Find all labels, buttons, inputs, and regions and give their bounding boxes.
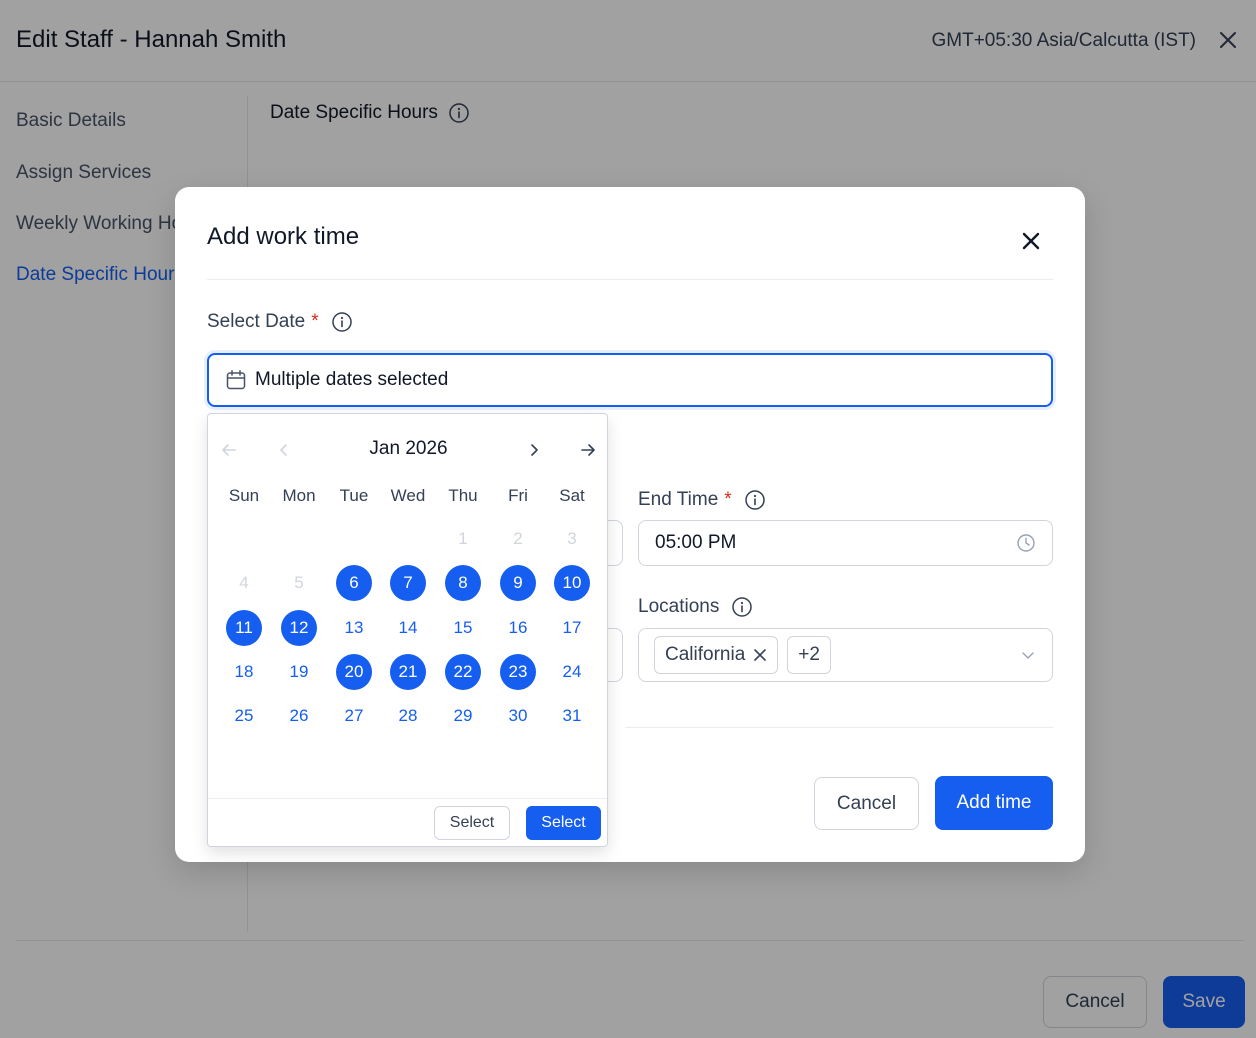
calendar-footer-divider [208, 798, 607, 799]
weekday-header: Fri [508, 486, 528, 505]
more-locations-tag[interactable]: +2 [787, 636, 831, 674]
weekday-header: Mon [282, 486, 316, 505]
end-time-value: 05:00 PM [655, 532, 737, 553]
info-icon[interactable] [744, 489, 766, 511]
modal-footer-divider [625, 727, 1053, 728]
weekday-header: Sat [559, 486, 585, 505]
modal-divider [207, 279, 1053, 280]
end-time-input[interactable]: 05:00 PM [638, 520, 1053, 566]
calendar-day[interactable]: 19 [281, 654, 317, 690]
calendar-day: 4 [239, 573, 249, 592]
chevron-down-icon [1022, 652, 1034, 659]
location-tag: California [654, 636, 779, 674]
date-picker-value: Multiple dates selected [255, 369, 449, 390]
calendar-month-label[interactable]: Jan 2026 [208, 438, 609, 460]
select-date-label: Select Date * [207, 311, 353, 333]
select-date-label-text: Select Date [207, 311, 306, 332]
locations-label-text: Locations [638, 596, 720, 617]
calendar-icon [226, 370, 246, 390]
calendar-day[interactable]: 17 [554, 610, 590, 646]
weekday-header: Thu [448, 486, 478, 505]
add-time-button[interactable]: Add time [935, 776, 1053, 830]
end-time-label: End Time * [638, 489, 766, 511]
modal-close-button[interactable] [1019, 229, 1043, 253]
info-icon[interactable] [731, 596, 753, 618]
calendar-day[interactable]: 16 [500, 610, 536, 646]
calendar-day[interactable]: 24 [554, 654, 590, 690]
end-time-label-text: End Time [638, 489, 719, 510]
calendar-day[interactable]: 21 [390, 654, 426, 690]
calendar-day[interactable]: 8 [445, 565, 481, 601]
calendar-day[interactable]: 26 [281, 698, 317, 734]
calendar-day[interactable]: 6 [336, 565, 372, 601]
locations-label: Locations [638, 596, 753, 618]
calendar-day[interactable]: 9 [500, 565, 536, 601]
calendar-day[interactable]: 14 [390, 610, 426, 646]
calendar-day[interactable]: 22 [445, 654, 481, 690]
calendar-popover: Jan 2026 Sun Mon Tue Wed Thu Fri Sat 1 2 3 4 5 6 7 8 9 1… [207, 413, 608, 847]
calendar-day[interactable]: 30 [500, 698, 536, 734]
required-mark: * [724, 489, 732, 510]
calendar-day[interactable]: 10 [554, 565, 590, 601]
weekday-header: Tue [339, 486, 369, 505]
modal-cancel-button[interactable]: Cancel [814, 777, 919, 830]
calendar-day[interactable]: 29 [445, 698, 481, 734]
weekday-header: Sun [228, 486, 260, 505]
location-tag-label: California [665, 644, 746, 665]
remove-tag-icon[interactable] [753, 648, 767, 662]
locations-select[interactable]: California +2 [638, 628, 1053, 682]
required-mark: * [311, 311, 319, 332]
calendar-day[interactable]: 28 [390, 698, 426, 734]
calendar-day: 5 [294, 573, 304, 592]
calendar-day[interactable]: 15 [445, 610, 481, 646]
info-icon[interactable] [331, 311, 353, 333]
calendar-day[interactable]: 7 [390, 565, 426, 601]
calendar-day: 2 [513, 529, 523, 548]
calendar-day[interactable]: 13 [336, 610, 372, 646]
calendar-select-primary-button[interactable]: Select [526, 806, 601, 840]
calendar-day[interactable]: 20 [336, 654, 372, 690]
arrow-right-icon [581, 444, 595, 456]
calendar-day: 1 [458, 529, 468, 548]
calendar-day[interactable]: 31 [554, 698, 590, 734]
clock-icon [1017, 534, 1035, 552]
modal-title: Add work time [207, 223, 360, 250]
next-month-button[interactable] [522, 438, 546, 462]
chevron-right-icon [531, 444, 538, 456]
calendar-day[interactable]: 11 [226, 610, 262, 646]
close-icon [1022, 232, 1040, 250]
calendar-select-secondary-button[interactable]: Select [434, 806, 510, 840]
weekday-header: Wed [390, 486, 426, 505]
calendar-day[interactable]: 12 [281, 610, 317, 646]
next-year-button[interactable] [576, 438, 600, 462]
date-picker-input[interactable]: Multiple dates selected [207, 353, 1053, 407]
calendar-day[interactable]: 25 [226, 698, 262, 734]
calendar-day: 3 [567, 529, 577, 548]
calendar-day[interactable]: 27 [336, 698, 372, 734]
calendar-day[interactable]: 23 [500, 654, 536, 690]
calendar-day[interactable]: 18 [226, 654, 262, 690]
